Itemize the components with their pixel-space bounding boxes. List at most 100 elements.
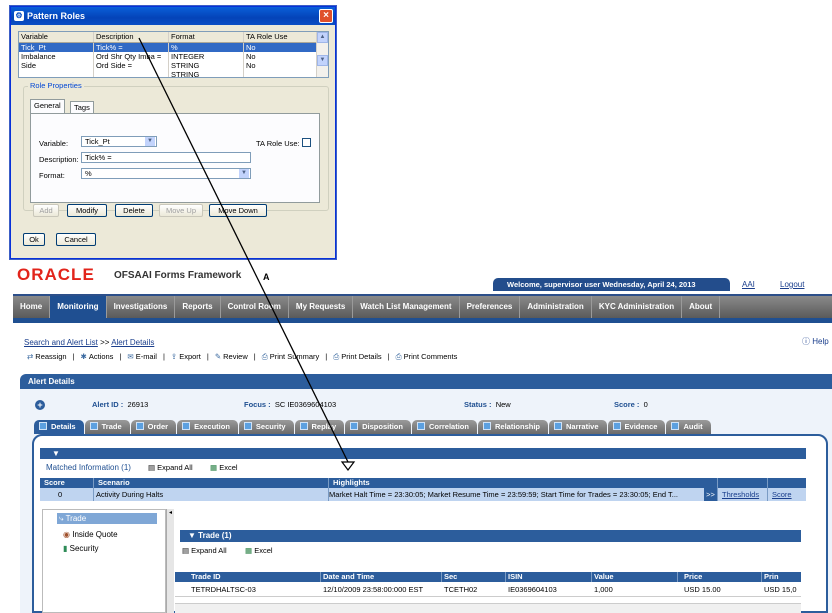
grid-col-variable[interactable]: Variable [19,32,94,42]
breadcrumb-current[interactable]: Alert Details [111,338,154,347]
tab-icon [482,422,491,430]
logout-link[interactable]: Logout [780,280,804,289]
col-highlights[interactable]: Highlights [329,478,718,488]
nav-reports[interactable]: Reports [175,296,221,318]
scroll-down-icon[interactable]: ▼ [317,55,328,66]
col-trade-id[interactable]: Trade ID [175,572,321,582]
tab-relationship[interactable]: Relationship [477,420,548,434]
grid-cell: % [169,43,244,52]
col-price[interactable]: Price [678,572,762,582]
modify-button[interactable]: Modify [67,204,107,217]
tab-audit[interactable]: Audit [666,420,711,434]
col-score[interactable]: Score [40,478,94,488]
tree-item-trade[interactable]: ⤷ Trade [57,513,157,524]
ta-role-use-checkbox[interactable] [302,138,311,147]
review-button[interactable]: ✎ Review [215,352,248,362]
grid-col-format[interactable]: Format [169,32,244,42]
table-row[interactable]: TETRDHALTSC-03 12/10/2009 23:58:00:000 E… [175,583,801,597]
col-isin[interactable]: ISIN [506,572,592,582]
more-button[interactable]: >> [704,488,718,501]
tab-tags[interactable]: Tags [70,101,94,113]
aai-link[interactable]: AAI [742,280,755,289]
grid-row[interactable]: Imbalance Ord Shr Qty Imba = INTEGER No [19,52,328,61]
chevron-down-icon[interactable]: ▼ [52,449,60,458]
print-comments-button[interactable]: ⎙ Print Comments [396,352,458,362]
nav-about[interactable]: About [682,296,721,318]
chevron-down-icon[interactable]: ▼ [188,531,196,540]
add-button[interactable]: Add [33,204,59,217]
cancel-button[interactable]: Cancel [56,233,96,246]
grid-col-ta-role-use[interactable]: TA Role Use [244,32,318,42]
tree-item-inside-quote[interactable]: ◉ Inside Quote [63,530,118,539]
print-details-button[interactable]: ⎙ Print Details [333,352,381,362]
score-link[interactable]: Score [768,488,806,501]
col-value[interactable]: Value [592,572,678,582]
trade-excel-button[interactable]: ▦ Excel [245,546,273,555]
scroll-up-icon[interactable]: ▲ [317,32,328,43]
chevron-down-icon[interactable]: ▼ [239,169,249,178]
tab-disposition[interactable]: Disposition [345,420,411,434]
breadcrumb-link[interactable]: Search and Alert List [24,338,98,347]
tab-trade[interactable]: Trade [84,420,130,434]
tab-correlation[interactable]: Correlation [411,420,477,434]
matched-collapse-bar[interactable]: ▼ [40,448,806,459]
format-select[interactable]: % ▼ [81,168,251,179]
nav-administration[interactable]: Administration [520,296,592,318]
tab-evidence[interactable]: Evidence [607,420,666,434]
nav-my-requests[interactable]: My Requests [289,296,354,318]
description-input[interactable]: Tick% = [81,152,251,163]
excel-button[interactable]: ▦ Excel [210,463,238,472]
help-link[interactable]: ⓘ Help [802,336,829,347]
tab-execution[interactable]: Execution [177,420,238,434]
grid-row[interactable]: Side Ord Side = STRING No [19,61,328,70]
nav-home[interactable]: Home [13,296,51,318]
dialog-title-bar[interactable]: ⚙ Pattern Roles × [11,7,335,25]
trade-expand-all-button[interactable]: ▤ Expand All [182,546,227,555]
grid-scrollbar[interactable]: ▲ ▼ [316,32,328,77]
col-sec[interactable]: Sec [442,572,506,582]
move-down-button[interactable]: Move Down [209,204,267,217]
grid-row[interactable]: Tick_Pt Tick% =% No [19,43,328,52]
export-button[interactable]: ⇪ Export [171,352,201,362]
expand-plus-icon[interactable]: + [35,400,45,410]
email-button[interactable]: ✉ E-mail [127,352,157,362]
horizontal-scrollbar[interactable] [175,603,801,613]
col-date-time[interactable]: Date and Time [321,572,442,582]
grid-row[interactable]: STRING [19,70,328,77]
variable-select[interactable]: Tick_Pt ▼ [81,136,157,147]
tab-order[interactable]: Order [130,420,177,434]
tab-details[interactable]: Details [34,420,84,434]
actions-button[interactable]: ✱ Actions [81,352,114,362]
pane-splitter[interactable]: ◂ [166,509,174,613]
reassign-button[interactable]: ⇄ Reassign [27,352,67,362]
nav-monitoring[interactable]: Monitoring [50,296,107,318]
col-prin[interactable]: Prin [762,572,801,582]
ok-button[interactable]: Ok [23,233,45,246]
alert-id-field: Alert ID : 26913 [92,400,148,409]
table-row[interactable]: 0 Activity During Halts Market Halt Time… [40,488,806,501]
tab-icon [135,422,144,430]
nav-preferences[interactable]: Preferences [460,296,521,318]
print-summary-button[interactable]: ⎙ Print Summary [262,352,320,362]
trade-panel-header[interactable]: ▼ Trade (1) [180,530,801,542]
chevron-down-icon[interactable]: ▼ [145,137,155,146]
close-icon[interactable]: × [319,9,333,23]
col-scenario[interactable]: Scenario [94,478,329,488]
grid-header: Variable Description Format TA Role Use [19,32,328,43]
tab-security[interactable]: Security [238,420,294,434]
move-up-button[interactable]: Move Up [159,204,203,217]
tree-item-security[interactable]: ▮ Security [63,544,99,553]
tab-narrative[interactable]: Narrative [549,420,607,434]
nav-kyc-administration[interactable]: KYC Administration [592,296,683,318]
score-label: Score : [614,400,640,409]
grid-col-description[interactable]: Description [94,32,169,42]
nav-control-room[interactable]: Control Room [221,296,289,318]
tab-general[interactable]: General [30,99,65,113]
nav-watch-list[interactable]: Watch List Management [353,296,460,318]
delete-button[interactable]: Delete [115,204,153,217]
tab-replay[interactable]: Replay [294,420,345,434]
expand-all-button[interactable]: ▤ Expand All [148,463,193,472]
nav-investigations[interactable]: Investigations [107,296,176,318]
trade-table-header: Trade ID Date and Time Sec ISIN Value Pr… [175,572,801,582]
thresholds-link[interactable]: Thresholds [718,488,768,501]
